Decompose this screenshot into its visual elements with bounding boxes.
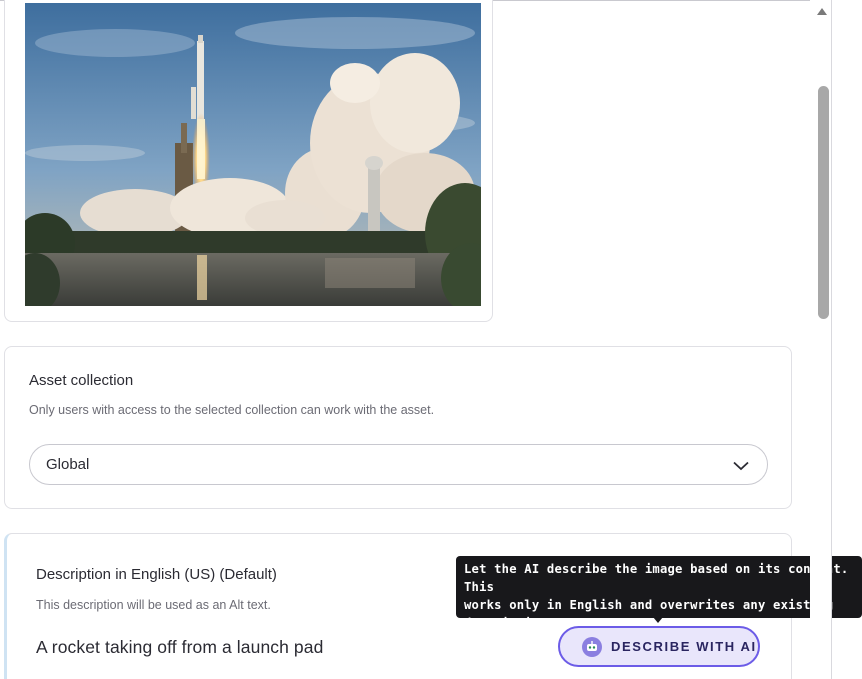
- collection-select-value: Global: [46, 456, 90, 473]
- asset-collection-title: Asset collection: [29, 372, 134, 389]
- right-divider: [831, 0, 832, 679]
- describe-with-ai-label: DESCRIBE WITH AI: [611, 639, 757, 654]
- description-input[interactable]: A rocket taking off from a launch pad: [36, 637, 323, 658]
- image-preview-card: [4, 0, 493, 322]
- asset-collection-card: Asset collection Only users with access …: [4, 346, 792, 509]
- asset-image: [25, 3, 481, 306]
- collection-select[interactable]: Global: [29, 444, 768, 485]
- description-help: This description will be used as an Alt …: [36, 598, 271, 612]
- asset-collection-help: Only users with access to the selected c…: [29, 403, 435, 417]
- tooltip-line-1: Let the AI describe the image based on i…: [464, 562, 849, 594]
- description-title: Description in English (US) (Default): [36, 566, 277, 583]
- ai-robot-icon: [582, 636, 602, 657]
- chevron-down-icon: [733, 458, 749, 475]
- tooltip-arrow: [653, 617, 663, 623]
- describe-with-ai-button[interactable]: DESCRIBE WITH AI: [558, 626, 760, 667]
- scroll-up-arrow-icon[interactable]: [817, 8, 827, 15]
- scrollbar-thumb[interactable]: [818, 86, 829, 319]
- rocket-launch-image: [25, 3, 481, 306]
- ai-tooltip: Let the AI describe the image based on i…: [456, 556, 862, 630]
- tooltip-line-2: works only in English and overwrites any…: [464, 598, 834, 612]
